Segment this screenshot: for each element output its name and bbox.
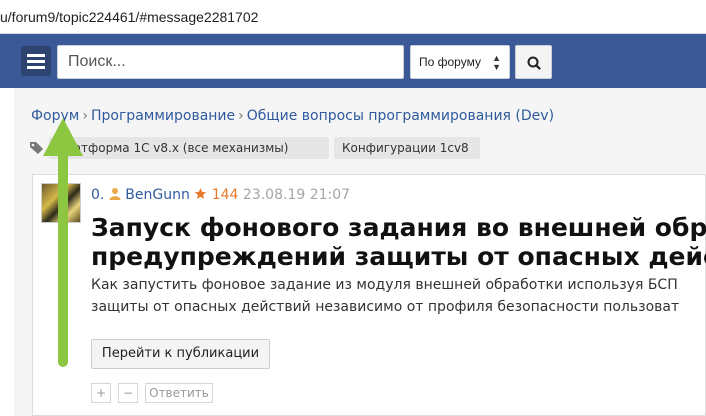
breadcrumb-separator: › <box>82 108 88 124</box>
breadcrumb-item-forum[interactable]: Форум <box>31 108 79 124</box>
author-rating: 144 <box>211 187 239 203</box>
breadcrumb-separator: › <box>238 108 244 124</box>
tag-platform[interactable]: Платформа 1С v8.x (все механизмы) <box>49 137 329 159</box>
search-scope-value: По форуму <box>419 55 481 69</box>
search-button[interactable] <box>515 45 552 79</box>
post-number[interactable]: 0. <box>91 187 104 203</box>
author-name[interactable]: BenGunn <box>125 187 190 203</box>
avatar[interactable] <box>41 183 81 223</box>
tag-configurations[interactable]: Конфигурации 1cv8 <box>334 137 480 159</box>
main-content: Форум › Программирование › Общие вопросы про… <box>14 88 706 416</box>
search-placeholder: Поиск... <box>68 53 126 70</box>
breadcrumb-item-general-dev[interactable]: Общие вопросы программирования (Dev) <box>247 108 554 124</box>
search-scope-select[interactable]: По форуму ▲ ▼ <box>410 45 510 79</box>
select-arrows-icon: ▲ ▼ <box>492 53 501 72</box>
topic-description-line1: Как запустить фоновое задание из модуля … <box>91 277 678 293</box>
post-meta: 0. BenGunn 144 23.08.19 21:07 <box>91 187 350 203</box>
tag-icon <box>30 142 43 154</box>
breadcrumb: Форум › Программирование › Общие вопросы про… <box>31 108 554 124</box>
topic-title-line2: предупреждений защиты от опасных дейст <box>91 242 706 271</box>
search-input[interactable]: Поиск... <box>57 45 404 79</box>
breadcrumb-item-programming[interactable]: Программирование <box>91 108 235 124</box>
hamburger-menu-icon[interactable] <box>21 46 51 76</box>
browser-address-bar[interactable]: u/forum9/topic224461/#message2281702 <box>0 0 706 34</box>
topic-description: Как запустить фоновое задание из модуля … <box>91 274 706 318</box>
upvote-button[interactable]: + <box>91 383 111 403</box>
star-icon <box>195 188 207 199</box>
reply-button[interactable]: Ответить <box>145 383 213 403</box>
user-icon <box>109 188 121 200</box>
topic-post: 0. BenGunn 144 23.08.19 21:07 Запуск фон… <box>32 174 706 416</box>
topic-title-line1: Запуск фонового задания во внешней обра <box>91 213 706 242</box>
post-date: 23.08.19 21:07 <box>242 187 351 203</box>
site-header: Поиск... По форуму ▲ ▼ <box>0 34 706 88</box>
downvote-button[interactable]: − <box>118 383 138 403</box>
topic-title: Запуск фонового задания во внешней обра … <box>91 213 706 271</box>
url-text: u/forum9/topic224461/#message2281702 <box>0 9 259 25</box>
goto-publication-button[interactable]: Перейти к публикации <box>91 339 270 369</box>
topic-description-line2: защиты от опасных действий независимо от… <box>91 299 680 315</box>
search-icon <box>527 56 541 70</box>
